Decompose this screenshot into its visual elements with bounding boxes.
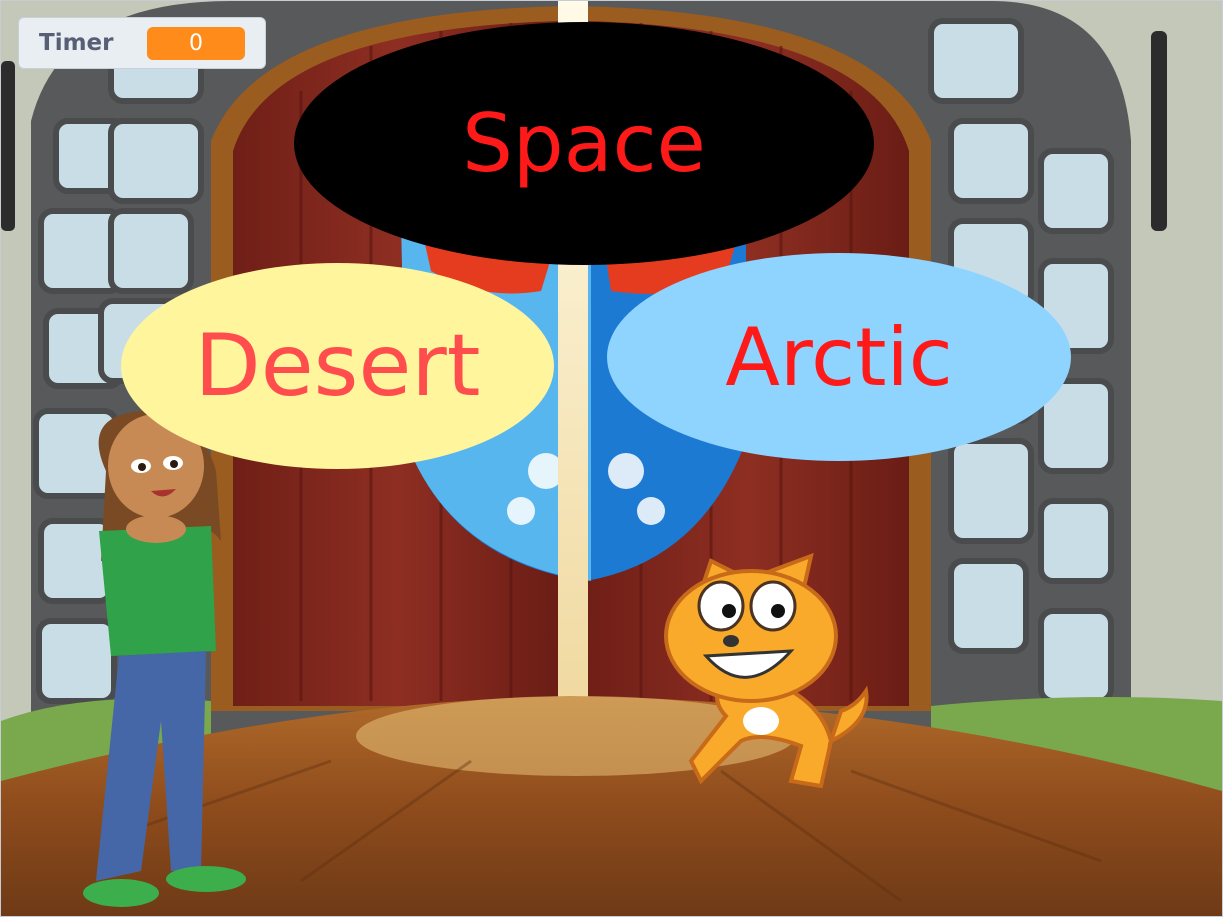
arctic-choice-sprite[interactable]: Arctic xyxy=(607,253,1071,461)
timer-value: 0 xyxy=(147,27,245,60)
timer-monitor[interactable]: Timer 0 xyxy=(18,17,266,69)
wall-slit xyxy=(1151,31,1167,231)
space-choice-label: Space xyxy=(462,97,706,190)
desert-choice-sprite[interactable]: Desert xyxy=(121,263,554,469)
stage[interactable]: Timer 0 Space Desert Arctic xyxy=(0,0,1223,917)
desert-choice-label: Desert xyxy=(194,316,481,416)
space-choice-sprite[interactable]: Space xyxy=(294,22,874,265)
arctic-choice-label: Arctic xyxy=(725,310,953,404)
timer-label: Timer xyxy=(39,30,114,56)
